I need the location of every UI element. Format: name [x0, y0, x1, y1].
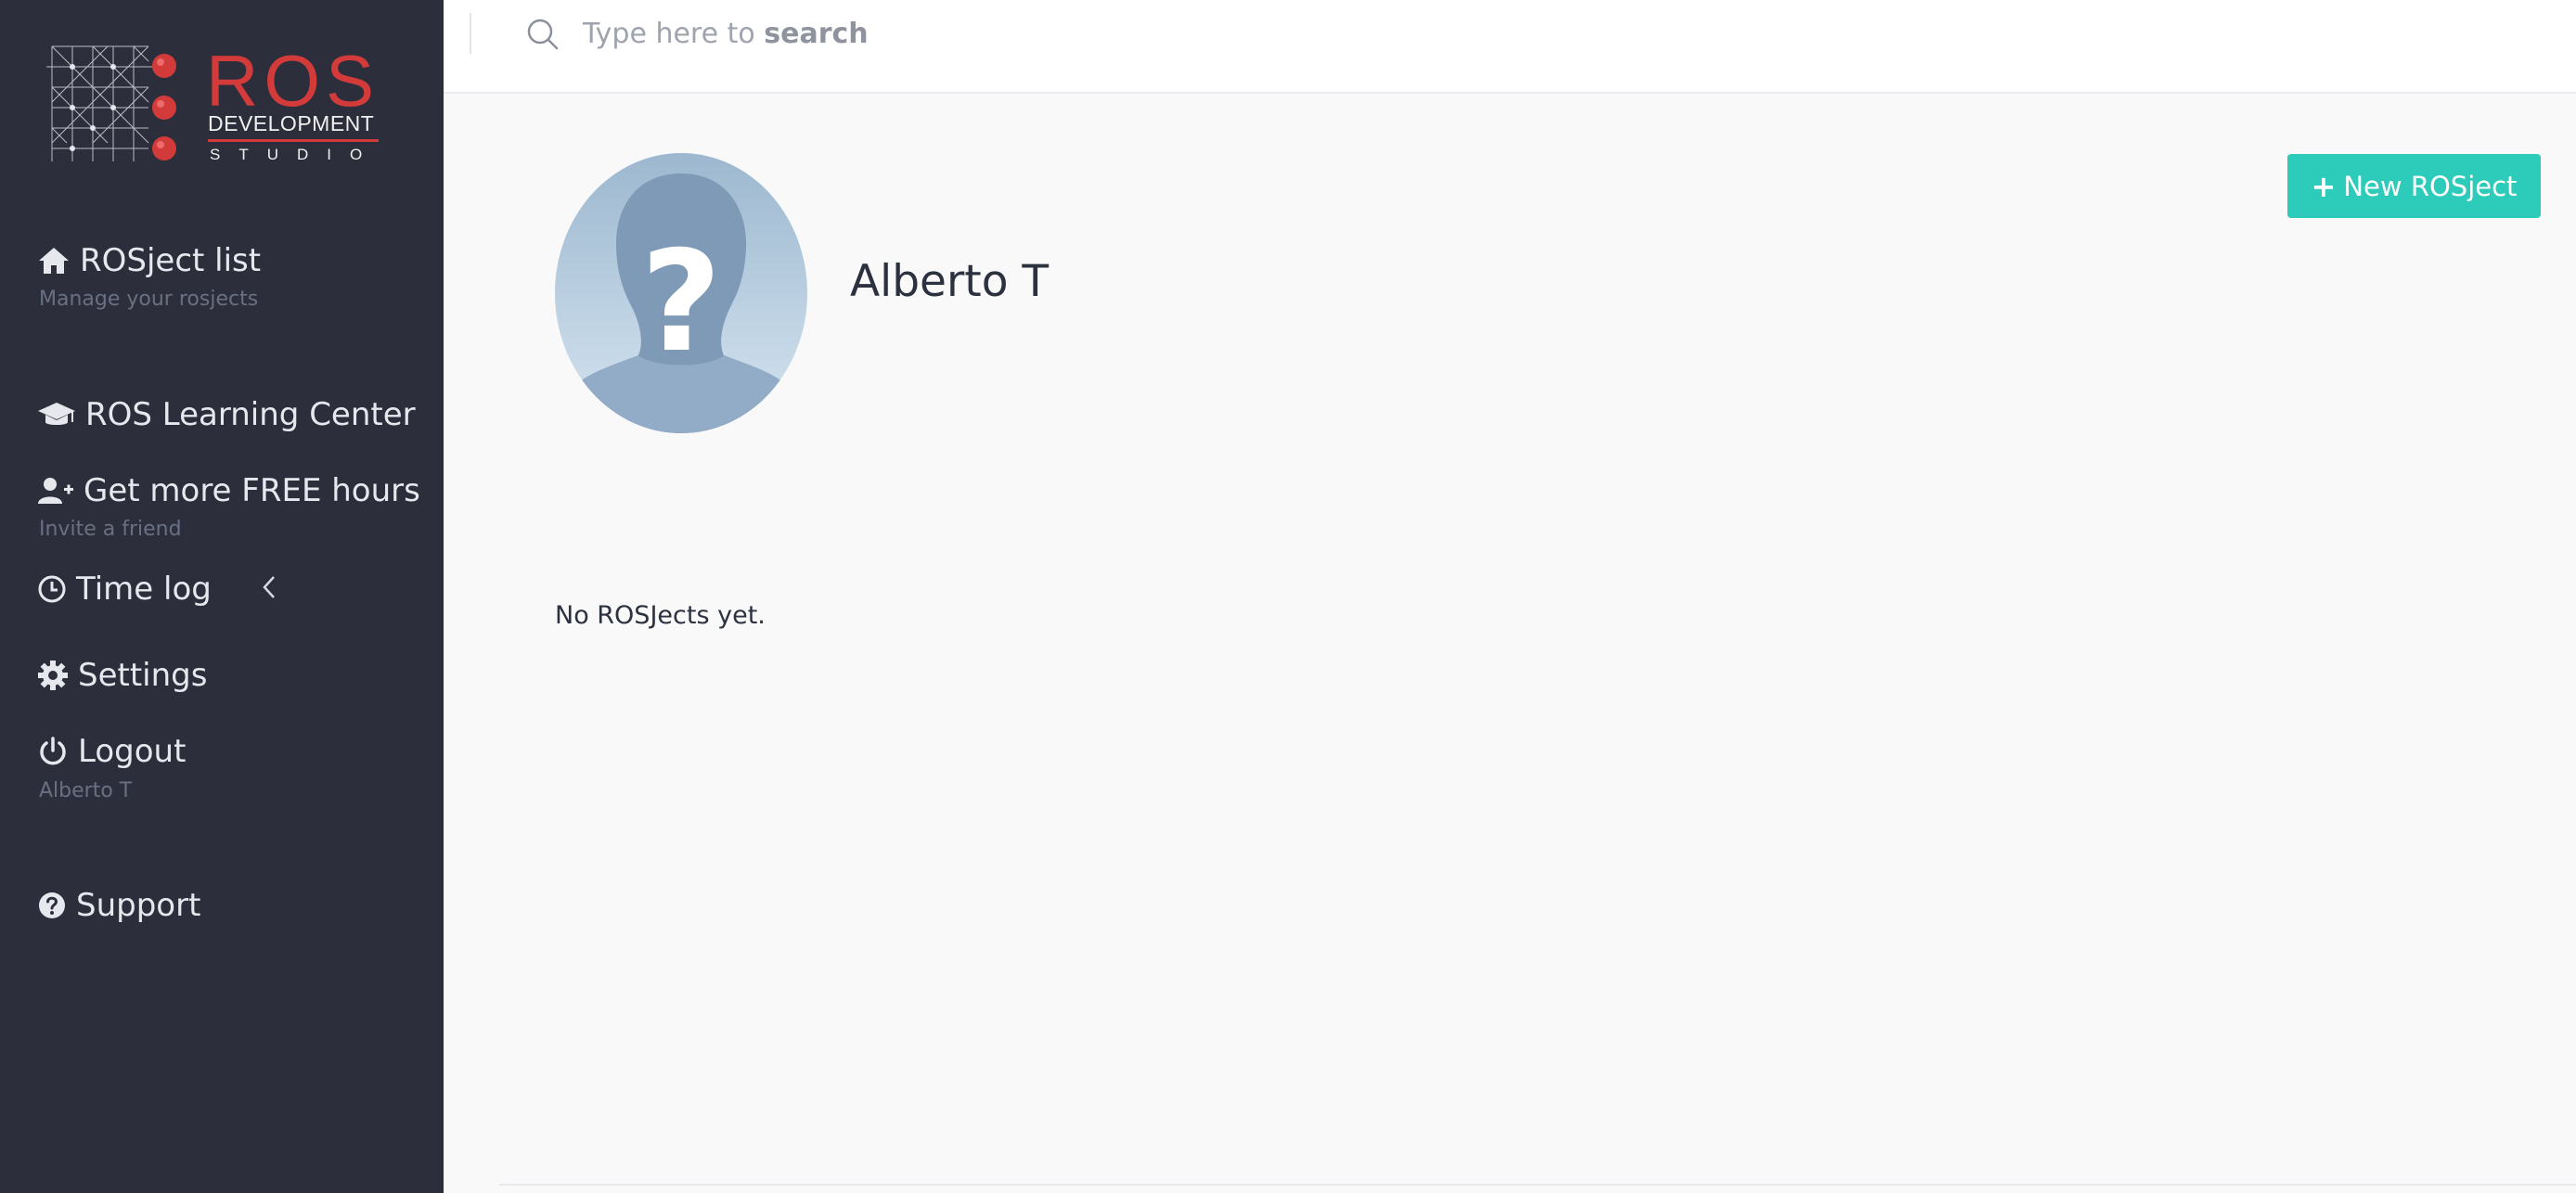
sidebar-item-subtitle: Alberto T: [39, 779, 133, 802]
sidebar-item-settings[interactable]: Settings: [37, 660, 207, 691]
sidebar-item-label: ROS Learning Center: [85, 396, 416, 433]
chevron-left-icon[interactable]: [262, 575, 277, 605]
question-circle-icon: [37, 891, 67, 920]
power-icon: [37, 736, 69, 767]
logo-network-graphic: [46, 45, 176, 161]
logo-studio-text: STUDIO: [210, 146, 381, 163]
new-rosject-label: New ROSject: [2343, 170, 2518, 202]
clock-icon: [37, 574, 67, 604]
home-icon: [37, 246, 71, 276]
sidebar-item-logout[interactable]: Logout: [37, 736, 186, 767]
sidebar-item-label: Settings: [78, 657, 208, 694]
sidebar-item-ros-learning-center[interactable]: ROS Learning Center: [37, 399, 416, 430]
sidebar-item-label: Support: [76, 887, 201, 924]
sidebar-item-free-hours[interactable]: Get more FREE hours: [37, 475, 420, 507]
sidebar: ROS DEVELOPMENT STUDIO ROSject list Mana…: [0, 0, 444, 1193]
avatar: ?: [555, 153, 807, 433]
sidebar-item-time-log[interactable]: Time log: [37, 573, 212, 605]
footer-divider: [499, 1184, 2576, 1186]
search-input[interactable]: [583, 13, 1418, 58]
plus-icon: +: [2311, 168, 2337, 204]
user-plus-icon: [37, 476, 74, 506]
graduation-cap-icon: [37, 400, 76, 430]
empty-state-message: No ROSJects yet.: [555, 601, 766, 630]
sidebar-item-subtitle: Manage your rosjects: [39, 288, 259, 311]
top-bar: Type here to search: [444, 0, 2576, 94]
gear-icon: [37, 660, 69, 691]
topbar-divider: [470, 13, 471, 54]
sidebar-item-label: Get more FREE hours: [84, 472, 420, 509]
sidebar-item-label: Time log: [76, 571, 212, 608]
sidebar-item-rosject-list[interactable]: ROSject list: [37, 245, 261, 276]
logo-development-text: DEVELOPMENT: [208, 111, 375, 135]
logo-divider: [208, 139, 379, 142]
sidebar-item-label: ROSject list: [80, 242, 262, 279]
ros-development-studio-logo[interactable]: ROS DEVELOPMENT STUDIO: [46, 41, 386, 174]
sidebar-item-subtitle: Invite a friend: [39, 518, 182, 541]
search-icon: [525, 17, 562, 58]
unknown-user-avatar-icon: ?: [555, 153, 807, 433]
sidebar-item-label: Logout: [78, 733, 187, 770]
logo-ros-text: ROS: [206, 40, 380, 122]
new-rosject-button[interactable]: + New ROSject: [2287, 154, 2541, 218]
profile-name: Alberto T: [850, 256, 1050, 307]
sidebar-item-support[interactable]: Support: [37, 890, 200, 921]
svg-text:?: ?: [640, 222, 721, 383]
